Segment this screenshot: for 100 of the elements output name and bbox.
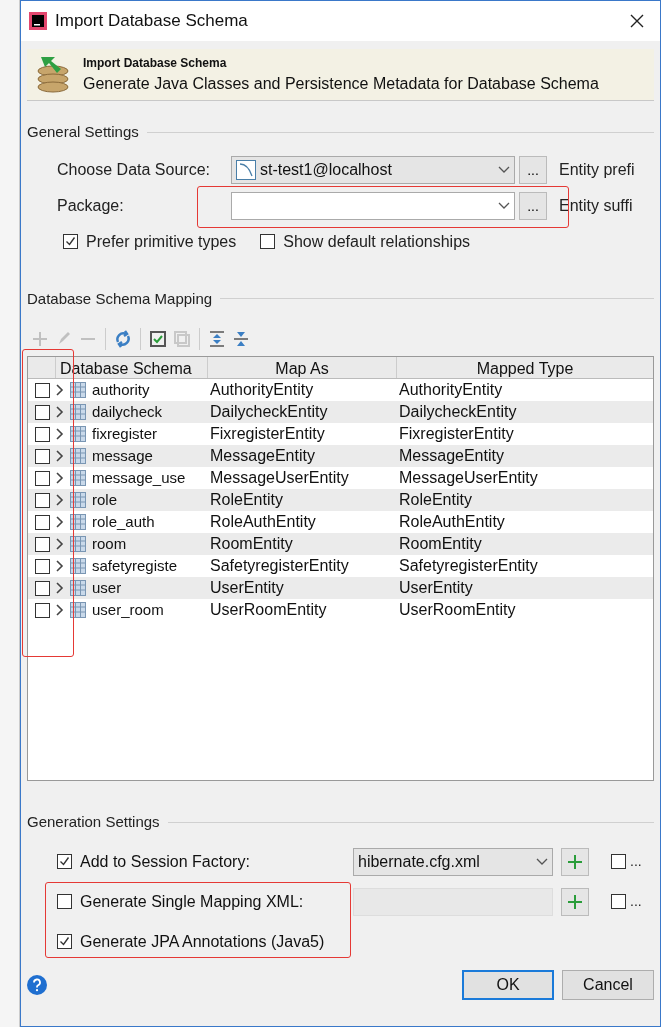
table-cell-text: user_room [92, 599, 164, 620]
table-cell-text: UserEntity [398, 578, 474, 598]
checkbox-label: Generate Single Mapping XML: [80, 891, 304, 912]
table-icon [70, 382, 86, 398]
header-subtitle: Generate Java Classes and Persistence Metadata for Database Schema [83, 73, 599, 94]
cancel-button[interactable]: Cancel [562, 969, 654, 1000]
field-label: Choose Data Source: [57, 159, 211, 180]
checkbox[interactable] [34, 426, 50, 442]
browse-button[interactable]: ... [519, 191, 547, 220]
checkbox[interactable] [63, 234, 78, 249]
table-cell-text: message [92, 445, 153, 466]
header-title: Import Database Schema [83, 54, 228, 72]
help-icon[interactable] [27, 974, 47, 995]
plus-icon [567, 853, 583, 870]
ellipsis-label: ... [630, 852, 642, 871]
table-cell-text: user [92, 577, 122, 598]
expand-icon[interactable] [208, 330, 226, 348]
ok-button[interactable]: OK [462, 969, 554, 1000]
table-icon [70, 536, 86, 552]
table-cell-text: FixregisterEntity [398, 424, 515, 444]
section-title: General Settings [27, 122, 139, 142]
table-cell-text: UserRoomEntity [398, 600, 517, 620]
caret-icon [498, 165, 510, 174]
table-cell-text: fixregister [92, 423, 158, 444]
checkbox[interactable] [34, 602, 50, 618]
table-icon [70, 448, 86, 464]
checkbox-label: Generate JPA Annotations (Java5) [80, 931, 325, 952]
refresh-icon[interactable] [114, 330, 132, 348]
table-icon [70, 470, 86, 486]
checkbox[interactable] [34, 404, 50, 420]
checkbox[interactable] [34, 536, 50, 552]
checkbox[interactable] [34, 492, 50, 508]
table-cell-text: safetyregiste [92, 555, 178, 576]
table-cell-text: DailycheckEntity [209, 402, 329, 422]
table-cell-text: role_auth [92, 511, 155, 532]
checkbox[interactable] [57, 934, 72, 949]
table-cell-text: MessageEntity [209, 446, 316, 466]
table-icon [70, 426, 86, 442]
dropdown-value: hibernate.cfg.xml [358, 851, 481, 872]
table-cell-text: authority [92, 379, 150, 400]
column-header[interactable]: Mapped Type [397, 357, 653, 378]
checkbox[interactable] [34, 580, 50, 596]
app-logo-icon [29, 12, 47, 30]
table-cell-text: RoomEntity [398, 534, 483, 554]
table-icon [70, 558, 86, 574]
table-cell-text: RoleAuthEntity [398, 512, 506, 532]
table-cell-text: SafetyregisterEntity [209, 556, 350, 576]
table-cell-text: RoleAuthEntity [209, 512, 317, 532]
side-label: Entity prefi [559, 159, 635, 180]
window-title: Import Database Schema [55, 10, 249, 33]
table-cell-text: AuthorityEntity [398, 380, 504, 400]
table-cell-text: MessageUserEntity [398, 468, 539, 488]
table-cell-text: RoleEntity [209, 490, 284, 510]
section-title: Generation Settings [27, 812, 160, 832]
checkbox[interactable] [34, 558, 50, 574]
add-button[interactable] [561, 887, 589, 916]
caret-icon [498, 201, 510, 210]
column-header[interactable]: Map As [208, 357, 397, 378]
checkbox-label: Add to Session Factory: [80, 851, 250, 872]
checkbox[interactable] [34, 382, 50, 398]
checkbox[interactable] [34, 470, 50, 486]
checkbox[interactable] [260, 234, 276, 249]
checkbox[interactable] [611, 854, 626, 869]
table-icon [70, 404, 86, 420]
checkbox-label: Show default relationships [283, 231, 471, 252]
table-cell-text: dailycheck [92, 401, 163, 422]
table-cell-text: DailycheckEntity [398, 402, 518, 422]
table-cell-text: message_use [92, 467, 186, 488]
checkbox[interactable] [57, 894, 72, 909]
field-label: Package: [57, 195, 125, 216]
add-button[interactable] [561, 847, 589, 876]
plus-icon [567, 893, 583, 910]
config-dropdown[interactable]: hibernate.cfg.xml [353, 847, 553, 876]
checkbox-label: Prefer primitive types [86, 231, 237, 252]
table-cell-text: UserRoomEntity [209, 600, 328, 620]
check-all-icon[interactable] [149, 330, 167, 348]
database-import-icon [35, 54, 71, 95]
caret-icon [536, 857, 548, 866]
table-cell-text: SafetyregisterEntity [398, 556, 539, 576]
database-icon [236, 159, 256, 180]
checkbox[interactable] [34, 448, 50, 464]
checkbox[interactable] [57, 854, 72, 869]
table-icon [70, 602, 86, 618]
ellipsis-label: ... [630, 892, 642, 911]
checkbox[interactable] [34, 514, 50, 530]
table-cell-text: RoleEntity [398, 490, 473, 510]
close-icon [629, 13, 645, 29]
dropdown-value: st-test1@localhost [260, 159, 393, 180]
collapse-icon[interactable] [232, 330, 250, 348]
table-icon [70, 492, 86, 508]
table-cell-text: MessageUserEntity [209, 468, 350, 488]
table-cell-text: RoomEntity [209, 534, 294, 554]
table-icon [70, 514, 86, 530]
table-cell-text: MessageEntity [398, 446, 505, 466]
table-cell-text: UserEntity [209, 578, 285, 598]
table-cell-text: role [92, 489, 117, 510]
data-source-dropdown[interactable]: st-test1@localhost [231, 155, 515, 184]
browse-button[interactable]: ... [519, 155, 547, 184]
section-title: Database Schema Mapping [27, 288, 213, 309]
checkbox[interactable] [611, 894, 626, 909]
